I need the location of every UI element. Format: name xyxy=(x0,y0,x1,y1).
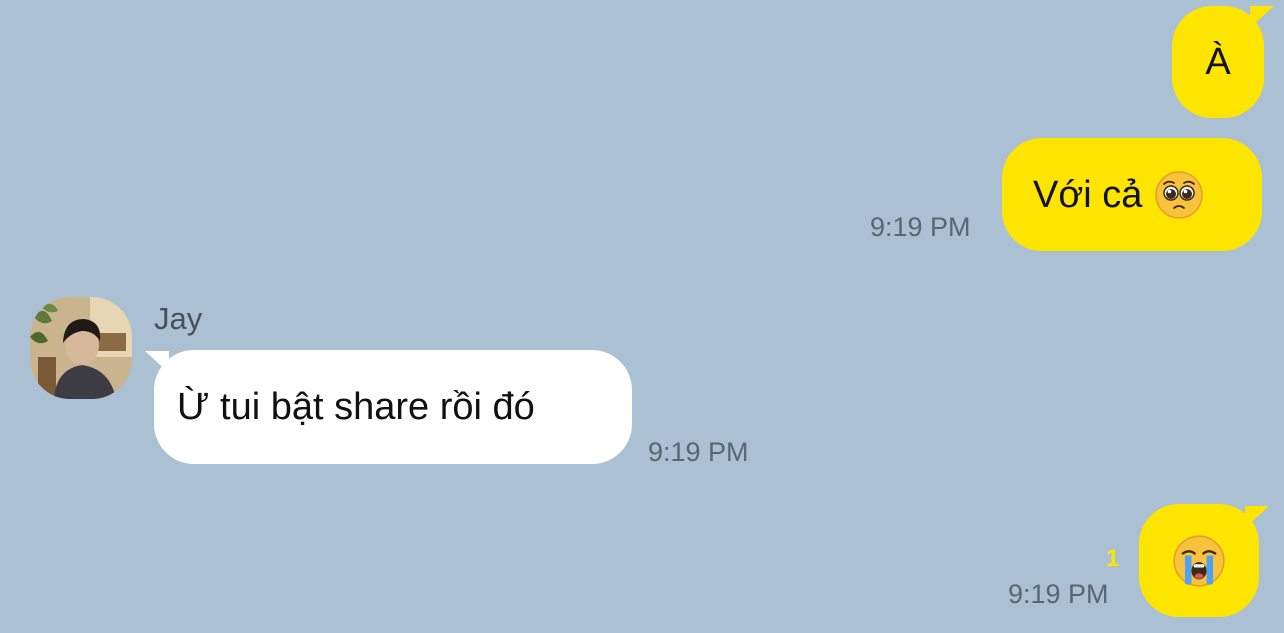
message-time: 9:19 PM xyxy=(870,212,971,242)
avatar-photo xyxy=(30,297,132,399)
message-time: 9:19 PM xyxy=(648,437,749,467)
my-message-bubble[interactable] xyxy=(1139,504,1259,617)
avatar[interactable] xyxy=(30,297,132,399)
message-text: À xyxy=(1205,41,1231,83)
message-text: Ừ tui bật share rồi đó xyxy=(177,386,535,428)
message-text: Với cả xyxy=(1033,173,1143,216)
unread-count: 1 xyxy=(1106,545,1120,572)
sender-name: Jay xyxy=(154,301,203,336)
bubble-tail xyxy=(1250,6,1274,28)
their-message-bubble[interactable]: Ừ tui bật share rồi đó xyxy=(154,350,632,464)
message-time: 9:19 PM xyxy=(1008,579,1109,609)
loudly-crying-face-emoji-icon xyxy=(1173,534,1225,587)
my-message-bubble[interactable]: Với cả xyxy=(1002,138,1262,251)
bubble-tail xyxy=(1245,506,1269,528)
pleading-face-emoji-icon xyxy=(1155,170,1204,219)
